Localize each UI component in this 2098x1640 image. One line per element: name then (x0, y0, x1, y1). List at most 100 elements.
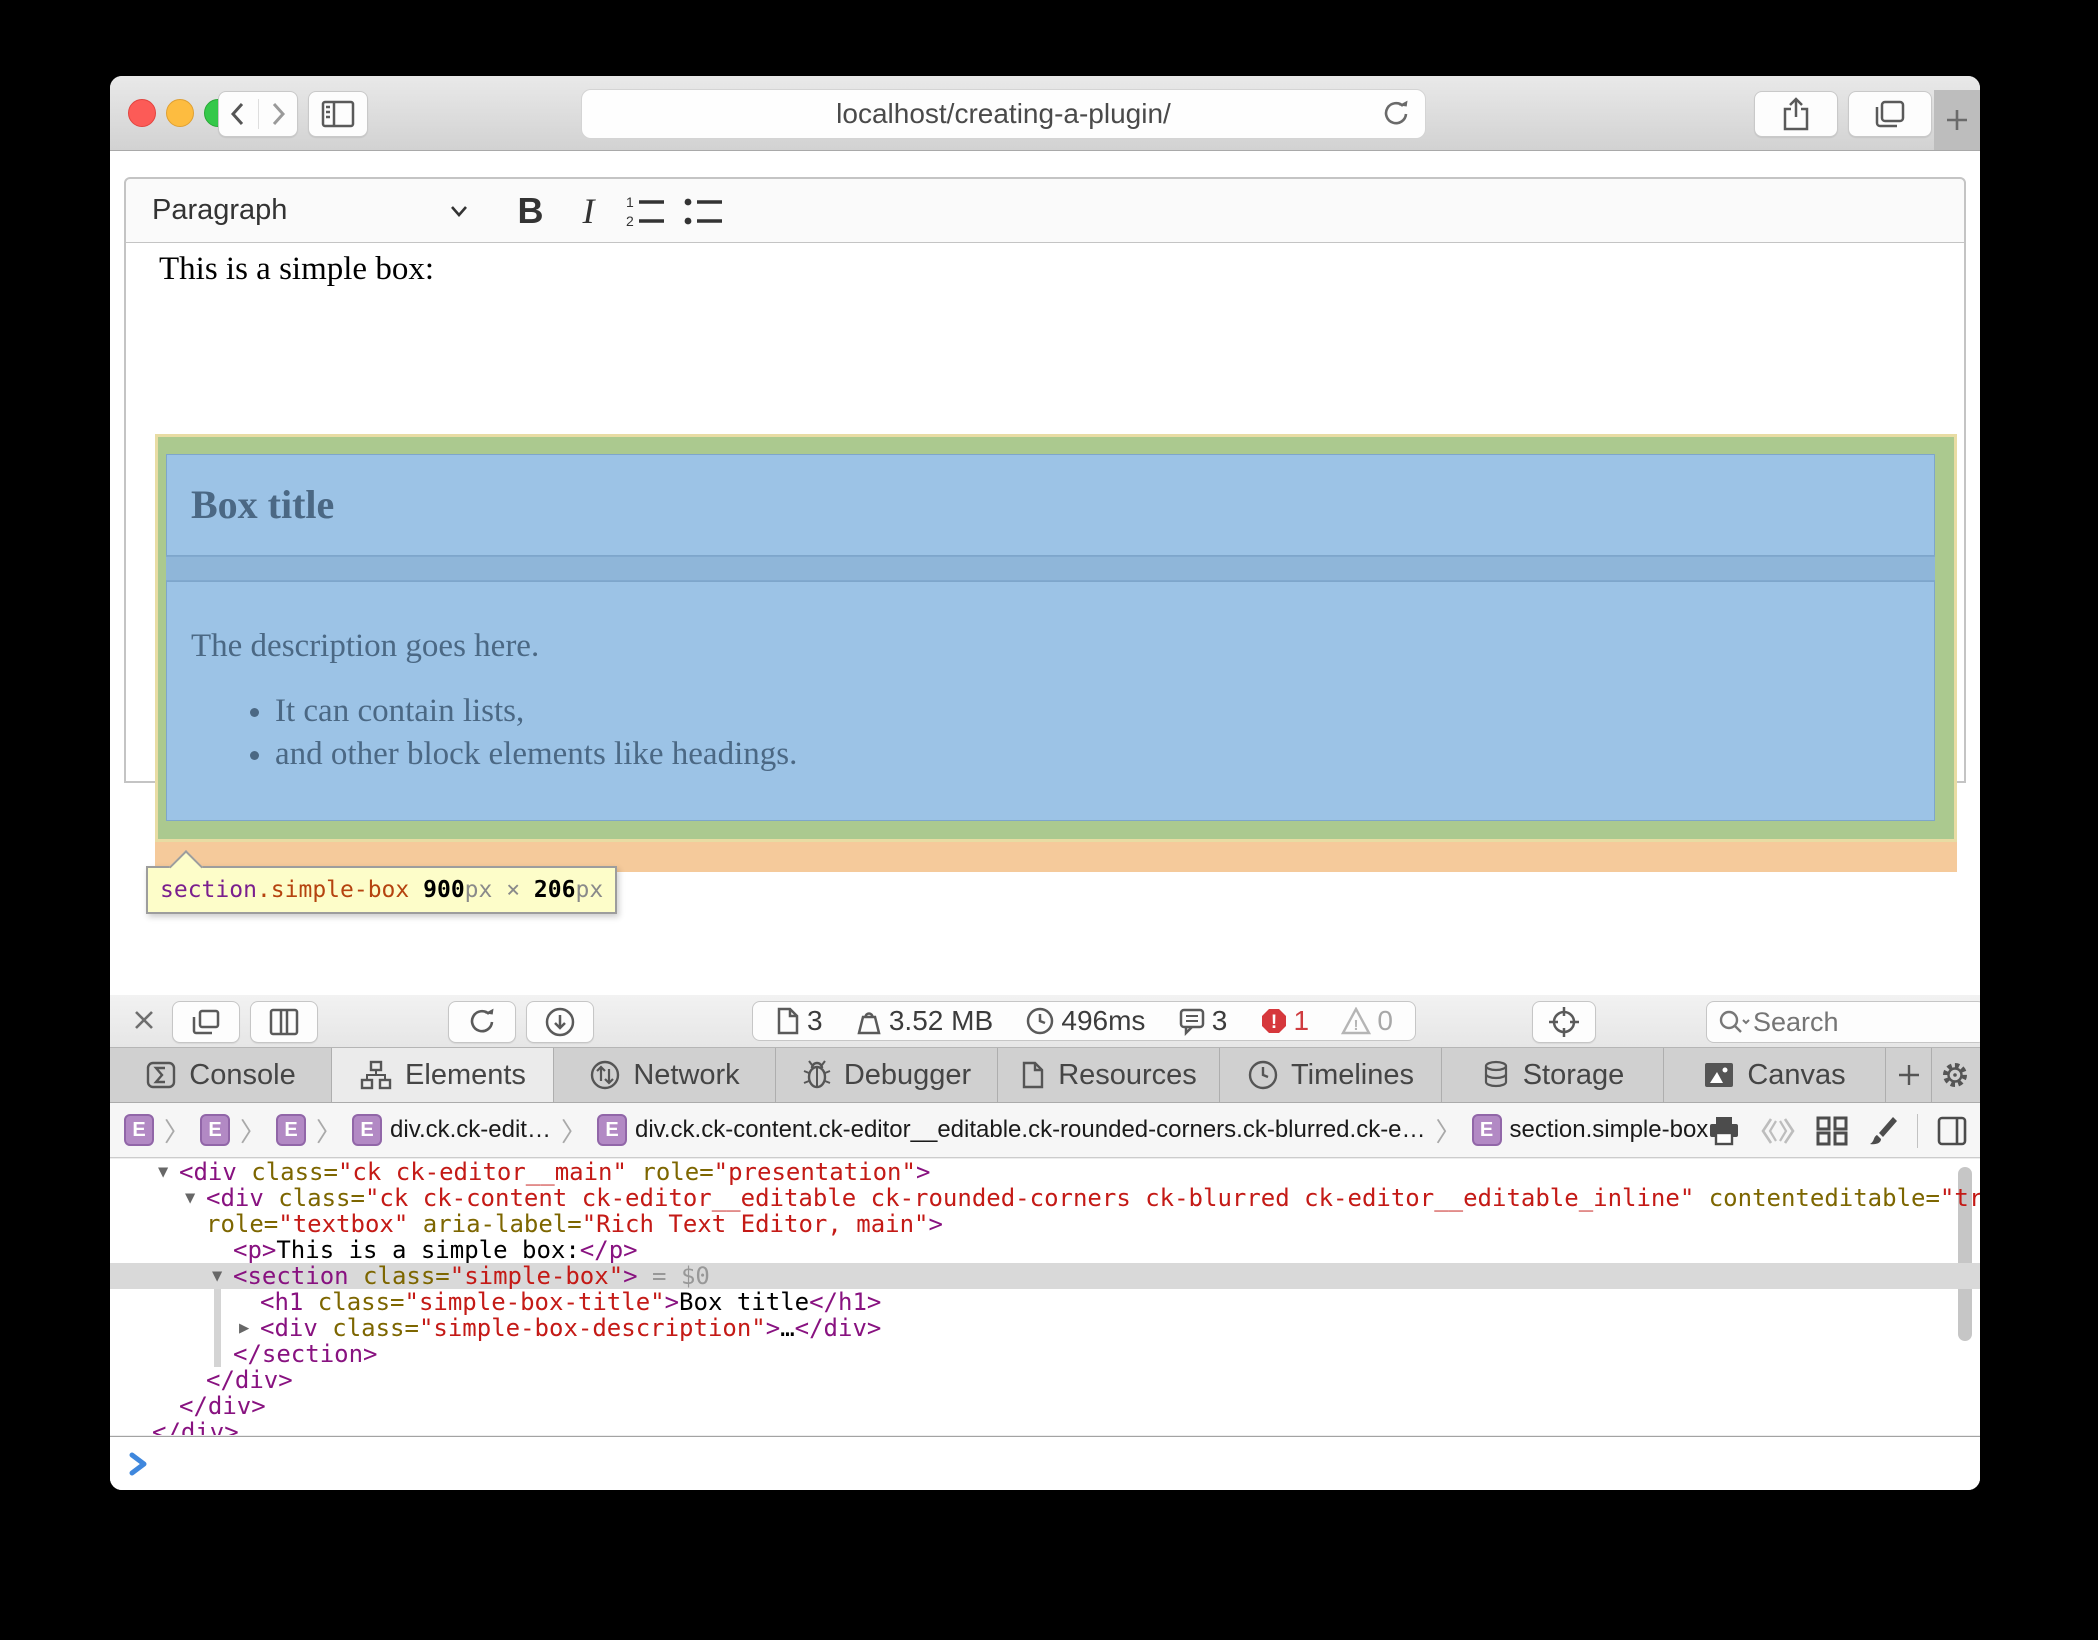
tab-resources[interactable]: Resources (998, 1048, 1220, 1102)
plus-icon (1896, 1062, 1922, 1088)
disclosure-closed-icon[interactable]: ▶ (239, 1315, 249, 1341)
styles-brush-icon[interactable] (1867, 1115, 1899, 1147)
tooltip-class: .simple-box (257, 877, 409, 903)
breadcrumb-item[interactable]: E (124, 1114, 154, 1146)
dom-node[interactable]: </div> (110, 1419, 1980, 1435)
disclosure-open-icon[interactable]: ▼ (185, 1185, 195, 1211)
tab-console[interactable]: Console (110, 1048, 332, 1102)
breadcrumb-item[interactable]: E (276, 1114, 306, 1146)
dom-token-plain: This is a simple box: (276, 1236, 579, 1264)
element-picker-button[interactable] (1532, 1001, 1596, 1043)
breadcrumb-label: div.ck.ck-content.ck-editor__editable.ck… (635, 1116, 1426, 1144)
print-styles-icon[interactable] (1707, 1115, 1741, 1147)
plus-icon (1943, 106, 1971, 134)
dom-node[interactable]: </section> (110, 1341, 1980, 1367)
tab-storage[interactable]: Storage (1442, 1048, 1664, 1102)
numbered-list-button[interactable]: 1 2 (617, 185, 675, 237)
dom-node[interactable]: </div> (110, 1393, 1980, 1419)
console-prompt-row[interactable] (110, 1436, 1980, 1490)
breadcrumb-item[interactable]: Ediv.ck.ck-content.ck-editor__editable.c… (597, 1114, 1426, 1146)
new-tab-button[interactable] (1934, 90, 1980, 150)
editor-content[interactable]: This is a simple box: Box title The desc… (124, 243, 1966, 783)
breadcrumb-item[interactable]: Esection.simple-box (1472, 1114, 1709, 1146)
weight-icon (855, 1006, 883, 1036)
forward-button[interactable] (258, 99, 298, 129)
dom-token-tag: </h1> (809, 1288, 881, 1316)
tab-timelines[interactable]: Timelines (1220, 1048, 1442, 1102)
resources-tab-icon (1020, 1060, 1046, 1090)
dom-node[interactable]: role="textbox" aria-label="Rich Text Edi… (110, 1211, 1980, 1237)
resource-stats-bar[interactable]: 3 3.52 MB 496ms (752, 1001, 1416, 1041)
dom-token-tag: > (916, 1159, 930, 1186)
web-inspector: 3 3.52 MB 496ms (110, 995, 1980, 1490)
download-button[interactable] (526, 1001, 594, 1043)
breadcrumb-label: div.ck.ck-edit… (390, 1116, 551, 1144)
grid-overlay-icon[interactable] (1815, 1115, 1849, 1147)
inspector-settings-button[interactable] (1932, 1048, 1978, 1102)
browser-titlebar: localhost/creating-a-plugin/ (110, 76, 1980, 151)
dom-token-meta: = $0 (638, 1262, 710, 1290)
tab-canvas[interactable]: Canvas (1664, 1048, 1886, 1102)
intro-paragraph: This is a simple box: (159, 251, 434, 288)
minimize-window-button[interactable] (166, 99, 194, 127)
bulleted-list-button[interactable] (675, 185, 733, 237)
box-list-item: It can contain lists, (275, 693, 1934, 730)
add-tab-button[interactable] (1886, 1048, 1932, 1102)
dom-node[interactable]: <p>This is a simple box:</p> (110, 1237, 1980, 1263)
reload-icon (467, 1007, 497, 1037)
svg-text:2: 2 (626, 213, 634, 229)
disclosure-open-icon[interactable]: ▼ (158, 1159, 168, 1185)
tab-label: Elements (405, 1059, 526, 1092)
inspector-reload-button[interactable] (448, 1001, 516, 1043)
url-text: localhost/creating-a-plugin/ (836, 98, 1171, 130)
bold-button[interactable]: B (501, 185, 559, 237)
breadcrumb-separator: 〉 (561, 1112, 587, 1149)
source-code-icon[interactable] (1759, 1115, 1797, 1147)
reload-button[interactable] (1381, 99, 1411, 129)
dom-token-tag: </p> (580, 1236, 638, 1264)
close-inspector-button[interactable] (128, 1003, 160, 1037)
margin-overlap-band (166, 556, 1935, 581)
search-input[interactable] (1751, 1006, 1935, 1039)
dom-node[interactable]: ▼<div class="ck ck-content ck-editor__ed… (110, 1185, 1980, 1211)
breadcrumb-item[interactable]: Ediv.ck.ck-edit… (352, 1114, 551, 1146)
details-sidebar-toggle-icon[interactable] (1936, 1115, 1968, 1147)
chevron-right-icon (265, 99, 291, 129)
dom-node[interactable]: ▶<div class="simple-box-description">…</… (110, 1315, 1980, 1341)
tab-elements[interactable]: Elements (332, 1048, 554, 1102)
share-button[interactable] (1754, 91, 1838, 137)
chevron-down-icon (447, 203, 471, 219)
italic-button[interactable]: I (559, 185, 617, 237)
tab-label: Canvas (1747, 1059, 1845, 1092)
dom-node[interactable]: ▼<div class="ck ck-editor__main" role="p… (110, 1159, 1980, 1185)
breadcrumb-item[interactable]: E (200, 1114, 230, 1146)
tab-label: Console (189, 1059, 295, 1092)
inspector-search-field[interactable] (1706, 1001, 1980, 1043)
screenshot-stage: localhost/creating-a-plugin/ (0, 0, 2098, 1640)
page-viewport: Paragraph B I 1 2 (110, 151, 1980, 995)
disclosure-open-icon[interactable]: ▼ (212, 1263, 222, 1289)
element-badge-icon: E (276, 1114, 306, 1146)
dom-node[interactable]: </div> (110, 1367, 1980, 1393)
console-tab-icon (145, 1060, 177, 1090)
dock-side-button[interactable] (250, 1001, 318, 1043)
svg-text:!: ! (1354, 1017, 1359, 1034)
dom-token-str: "Rich Text Editor, main" (582, 1210, 929, 1238)
chevron-left-icon (225, 99, 251, 129)
sidebar-toggle-button[interactable] (308, 91, 368, 137)
url-bar[interactable]: localhost/creating-a-plugin/ (581, 89, 1426, 139)
tooltip-height: 206 (534, 877, 576, 903)
detach-inspector-button[interactable] (172, 1001, 240, 1043)
tab-network[interactable]: Network (554, 1048, 776, 1102)
paragraph-dropdown[interactable]: Paragraph (152, 194, 471, 227)
element-size-tooltip: section.simple-box 900px × 206px (146, 866, 617, 914)
back-button[interactable] (219, 99, 258, 129)
dom-node[interactable]: <h1 class="simple-box-title">Box title</… (110, 1289, 1980, 1315)
box-description: The description goes here. (167, 582, 1934, 665)
dom-token-tag: </div> (206, 1366, 293, 1394)
tab-debugger[interactable]: Debugger (776, 1048, 998, 1102)
close-window-button[interactable] (128, 99, 156, 127)
tab-overview-button[interactable] (1848, 91, 1932, 137)
dom-token-str: "ck ck-editor__main" (338, 1159, 627, 1186)
dom-node-selected[interactable]: ▼<section class="simple-box"> = $0 (110, 1263, 1980, 1289)
